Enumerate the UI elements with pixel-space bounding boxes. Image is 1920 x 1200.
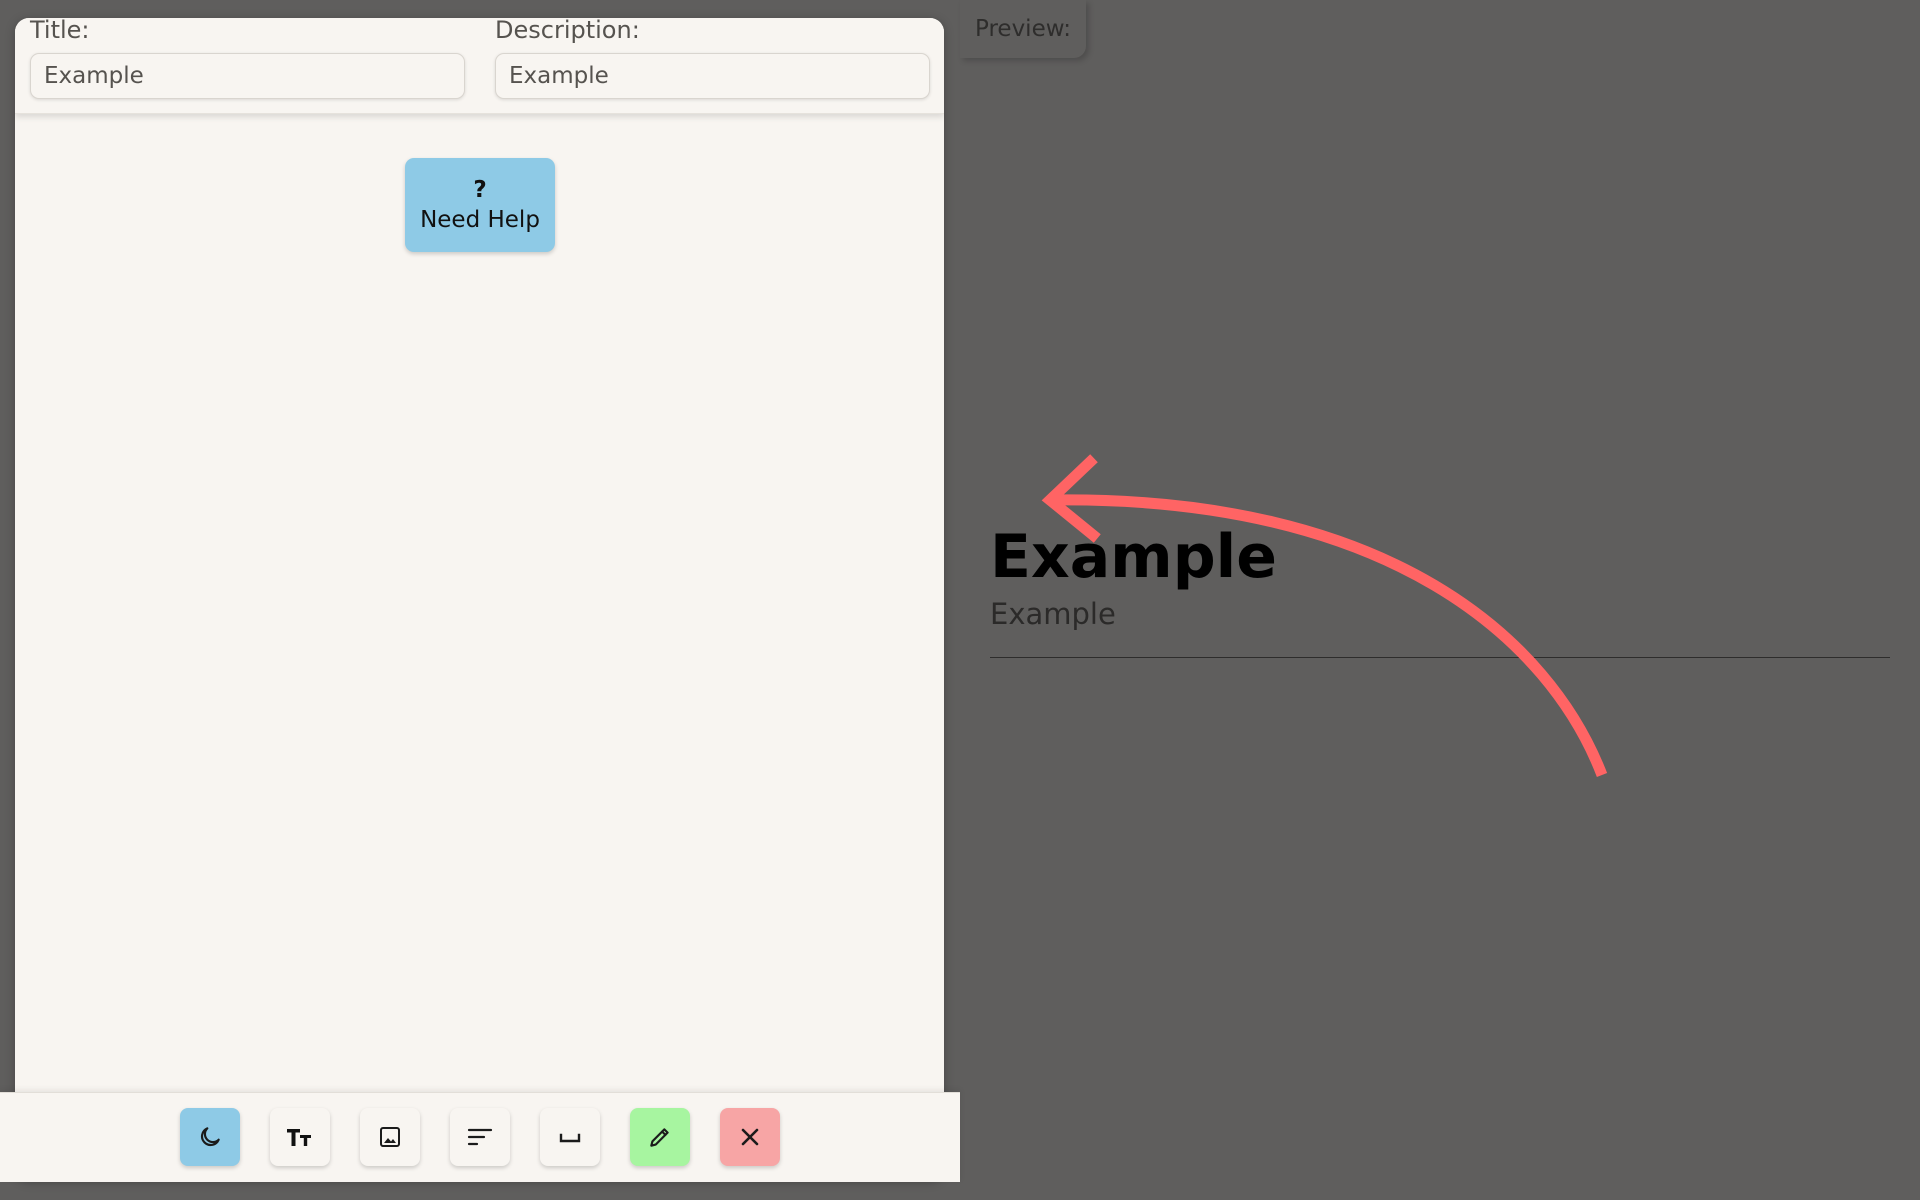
description-input[interactable] — [495, 53, 930, 99]
text-size-icon — [285, 1124, 315, 1150]
close-button[interactable] — [720, 1108, 780, 1166]
annotation-arrow-icon — [1041, 454, 1608, 777]
description-field-group: Description: — [495, 18, 930, 99]
theme-toggle-button[interactable] — [180, 1108, 240, 1166]
close-icon — [739, 1126, 761, 1148]
description-label: Description: — [495, 18, 640, 44]
editor-panel: Title: Description: ? Need Help — [15, 18, 944, 1180]
image-icon — [378, 1125, 402, 1149]
title-field-group: Title: — [30, 18, 465, 99]
need-help-button[interactable]: ? Need Help — [405, 158, 555, 252]
title-input[interactable] — [30, 53, 465, 99]
insert-space-button[interactable] — [540, 1108, 600, 1166]
align-text-button[interactable] — [450, 1108, 510, 1166]
moon-icon — [197, 1124, 223, 1150]
bottom-toolbar — [0, 1092, 960, 1182]
edit-button[interactable] — [630, 1108, 690, 1166]
pencil-icon — [647, 1124, 673, 1150]
need-help-label: Need Help — [420, 207, 540, 233]
text-size-button[interactable] — [270, 1108, 330, 1166]
title-label: Title: — [30, 18, 90, 44]
align-left-icon — [467, 1126, 493, 1148]
editor-header: Title: Description: — [15, 18, 944, 114]
preview-panel: Preview: Example Example — [960, 0, 1920, 1200]
space-icon — [557, 1127, 583, 1147]
insert-image-button[interactable] — [360, 1108, 420, 1166]
question-mark-icon: ? — [473, 177, 487, 203]
